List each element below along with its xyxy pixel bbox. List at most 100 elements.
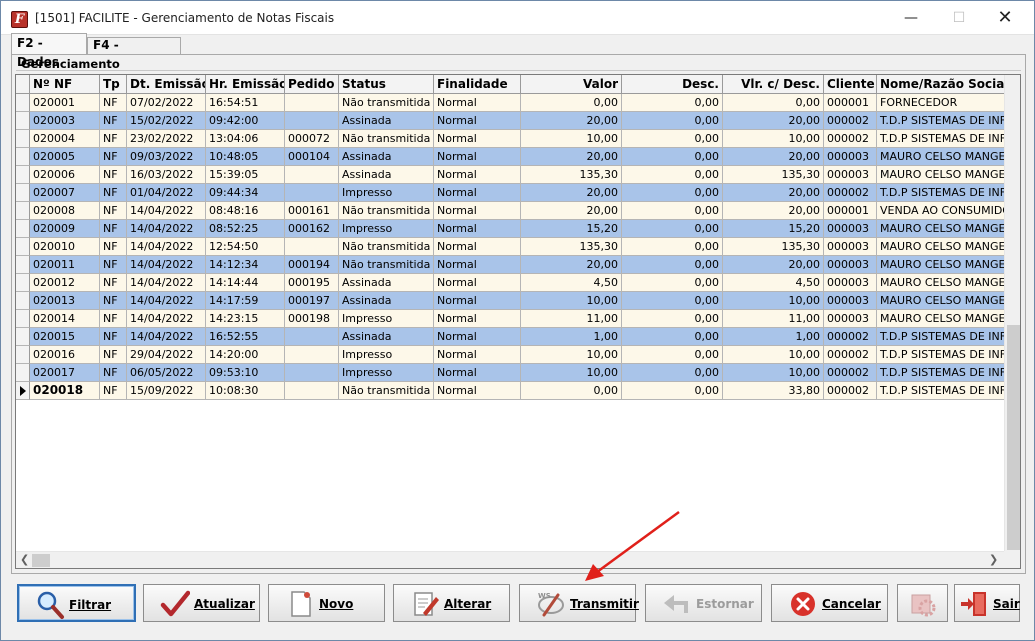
table-cell[interactable]: Assinada bbox=[339, 328, 434, 346]
table-cell[interactable]: Impresso bbox=[339, 346, 434, 364]
table-cell[interactable]: 000194 bbox=[285, 256, 339, 274]
row-indicator[interactable] bbox=[16, 112, 30, 130]
table-cell[interactable]: 0,00 bbox=[622, 202, 723, 220]
table-cell[interactable]: 14/04/2022 bbox=[127, 238, 206, 256]
table-cell[interactable]: NF bbox=[100, 94, 127, 112]
table-row[interactable]: 020001 NF 07/02/2022 16:54:51 Não transmitid… bbox=[16, 94, 1020, 112]
table-cell[interactable]: 000003 bbox=[824, 292, 877, 310]
table-cell[interactable]: 09:44:34 bbox=[206, 184, 285, 202]
table-cell[interactable]: 09:53:10 bbox=[206, 364, 285, 382]
table-cell[interactable]: Normal bbox=[434, 382, 521, 400]
row-indicator[interactable] bbox=[16, 94, 30, 112]
table-cell[interactable]: 0,00 bbox=[622, 112, 723, 130]
table-cell[interactable]: 000002 bbox=[824, 328, 877, 346]
table-cell[interactable]: 0,00 bbox=[521, 94, 622, 112]
table-cell[interactable]: 020013 bbox=[30, 292, 100, 310]
estornar-button[interactable]: Estornar bbox=[645, 584, 762, 622]
invoice-grid[interactable]: Nº NF Tp Dt. Emissão Hr. Emissão Pedido Statu… bbox=[15, 74, 1021, 569]
table-cell[interactable]: NF bbox=[100, 238, 127, 256]
vertical-scrollbar[interactable] bbox=[1004, 75, 1020, 551]
table-cell[interactable] bbox=[285, 166, 339, 184]
table-cell[interactable]: 10,00 bbox=[521, 130, 622, 148]
table-cell[interactable]: MAURO CELSO MANGERONA bbox=[877, 256, 1020, 274]
column-header[interactable]: Vlr. c/ Desc. bbox=[723, 75, 824, 94]
tab-produtos[interactable]: F4 - Produtos bbox=[87, 37, 181, 67]
table-cell[interactable]: 000002 bbox=[824, 382, 877, 400]
table-cell[interactable]: 20,00 bbox=[723, 184, 824, 202]
row-indicator[interactable] bbox=[16, 346, 30, 364]
table-cell[interactable]: 1,00 bbox=[521, 328, 622, 346]
alterar-button[interactable]: Alterar bbox=[393, 584, 510, 622]
table-cell[interactable]: Normal bbox=[434, 112, 521, 130]
column-header[interactable]: Dt. Emissão bbox=[127, 75, 206, 94]
table-row[interactable]: 020009 NF 14/04/2022 08:52:25 000162 Impresso… bbox=[16, 220, 1020, 238]
table-cell[interactable]: 0,00 bbox=[622, 274, 723, 292]
row-indicator[interactable] bbox=[16, 202, 30, 220]
table-cell[interactable]: MAURO CELSO MANGERONA bbox=[877, 292, 1020, 310]
table-cell[interactable]: 10,00 bbox=[521, 364, 622, 382]
table-cell[interactable]: 14/04/2022 bbox=[127, 220, 206, 238]
table-row[interactable]: 020017 NF 06/05/2022 09:53:10 Impresso Normal… bbox=[16, 364, 1020, 382]
table-cell[interactable]: 020005 bbox=[30, 148, 100, 166]
table-cell[interactable]: 01/04/2022 bbox=[127, 184, 206, 202]
table-cell[interactable]: 10,00 bbox=[723, 292, 824, 310]
tab-dados[interactable]: F2 - Dados bbox=[11, 33, 87, 69]
table-cell[interactable]: 20,00 bbox=[723, 148, 824, 166]
column-header[interactable]: Pedido bbox=[285, 75, 339, 94]
table-cell[interactable]: T.D.P SISTEMAS DE INFORM bbox=[877, 130, 1020, 148]
table-cell[interactable]: 020008 bbox=[30, 202, 100, 220]
table-cell[interactable]: 000197 bbox=[285, 292, 339, 310]
table-cell[interactable]: 135,30 bbox=[723, 166, 824, 184]
table-cell[interactable]: 10:48:05 bbox=[206, 148, 285, 166]
table-cell[interactable]: NF bbox=[100, 148, 127, 166]
table-cell[interactable]: Normal bbox=[434, 94, 521, 112]
table-cell[interactable]: 20,00 bbox=[521, 184, 622, 202]
table-cell[interactable]: 020001 bbox=[30, 94, 100, 112]
table-cell[interactable]: 08:52:25 bbox=[206, 220, 285, 238]
table-cell[interactable]: Assinada bbox=[339, 148, 434, 166]
table-cell[interactable]: 020012 bbox=[30, 274, 100, 292]
table-cell[interactable]: 0,00 bbox=[521, 382, 622, 400]
table-cell[interactable] bbox=[285, 112, 339, 130]
table-cell[interactable]: 020007 bbox=[30, 184, 100, 202]
table-cell[interactable]: 000003 bbox=[824, 310, 877, 328]
table-cell[interactable]: 135,30 bbox=[723, 238, 824, 256]
table-cell[interactable]: 20,00 bbox=[723, 256, 824, 274]
table-cell[interactable]: 020009 bbox=[30, 220, 100, 238]
table-cell[interactable]: 10,00 bbox=[723, 130, 824, 148]
table-cell[interactable] bbox=[285, 346, 339, 364]
table-row[interactable]: 020015 NF 14/04/2022 16:52:55 Assinada Normal… bbox=[16, 328, 1020, 346]
table-cell[interactable]: Normal bbox=[434, 364, 521, 382]
table-cell[interactable]: 020010 bbox=[30, 238, 100, 256]
column-header[interactable]: Hr. Emissão bbox=[206, 75, 285, 94]
table-cell[interactable]: Assinada bbox=[339, 112, 434, 130]
table-cell[interactable]: Normal bbox=[434, 220, 521, 238]
table-cell[interactable]: NF bbox=[100, 382, 127, 400]
table-cell[interactable]: 0,00 bbox=[622, 220, 723, 238]
table-cell[interactable]: NF bbox=[100, 184, 127, 202]
table-cell[interactable]: 16/03/2022 bbox=[127, 166, 206, 184]
table-cell[interactable]: Normal bbox=[434, 346, 521, 364]
table-cell[interactable]: 0,00 bbox=[622, 364, 723, 382]
table-cell[interactable]: 20,00 bbox=[521, 256, 622, 274]
table-cell[interactable]: 14/04/2022 bbox=[127, 202, 206, 220]
table-cell[interactable]: MAURO CELSO MANGERONA bbox=[877, 310, 1020, 328]
table-cell[interactable]: MAURO CELSO MANGERONA bbox=[877, 274, 1020, 292]
row-indicator[interactable] bbox=[16, 364, 30, 382]
table-cell[interactable]: 11,00 bbox=[723, 310, 824, 328]
table-cell[interactable]: NF bbox=[100, 346, 127, 364]
table-row[interactable]: 020004 NF 23/02/2022 13:04:06 000072 Não tran… bbox=[16, 130, 1020, 148]
title-bar[interactable]: F [1501] FACILITE - Gerenciamento de Not… bbox=[1, 1, 1034, 35]
table-cell[interactable]: Normal bbox=[434, 328, 521, 346]
table-cell[interactable]: Impresso bbox=[339, 364, 434, 382]
table-cell[interactable] bbox=[285, 184, 339, 202]
table-cell[interactable]: NF bbox=[100, 256, 127, 274]
table-cell[interactable]: 0,00 bbox=[622, 148, 723, 166]
table-row[interactable]: 020016 NF 29/04/2022 14:20:00 Impresso Normal… bbox=[16, 346, 1020, 364]
table-cell[interactable]: Não transmitida bbox=[339, 238, 434, 256]
table-cell[interactable]: NF bbox=[100, 130, 127, 148]
row-indicator[interactable] bbox=[16, 274, 30, 292]
table-cell[interactable]: 000001 bbox=[824, 94, 877, 112]
row-indicator[interactable] bbox=[16, 220, 30, 238]
close-button[interactable]: ✕ bbox=[982, 1, 1028, 35]
